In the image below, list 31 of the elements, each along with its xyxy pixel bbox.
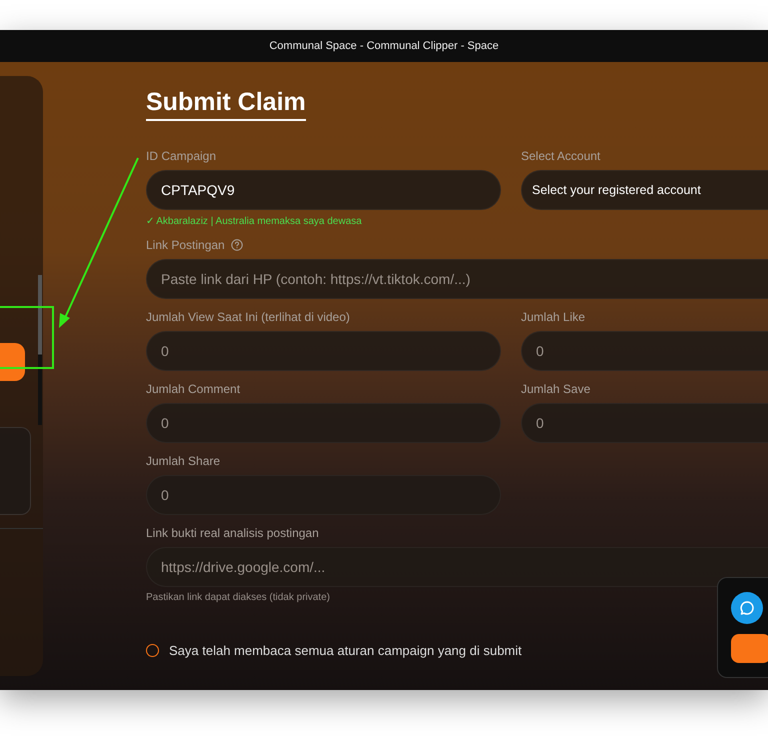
field-label: Jumlah Share <box>146 454 220 468</box>
input-field[interactable]: 0 <box>146 331 501 371</box>
input-field[interactable]: 0 <box>521 331 768 371</box>
input-field[interactable]: 0 <box>146 403 501 443</box>
field-label: Link Postingan <box>146 238 225 252</box>
field-label: Jumlah Save <box>521 382 590 396</box>
field-label: Jumlah View Saat Ini (terlihat di video) <box>146 310 350 324</box>
field-label: Select Account <box>521 149 600 163</box>
field-label: ID Campaign <box>146 149 216 163</box>
window-title: Communal Space - Communal Clipper - Space <box>0 30 768 62</box>
validation-message: ✓ Akbaralaziz | Australia memaksa saya dewasa <box>146 215 363 227</box>
input-field[interactable]: 0 <box>146 475 501 515</box>
chat-button[interactable] <box>731 592 763 624</box>
scrollbar[interactable] <box>38 275 42 425</box>
help-icon[interactable] <box>230 239 243 251</box>
field-label: Jumlah Comment <box>146 382 240 396</box>
input-field[interactable]: CPTAPQV9 <box>146 170 501 210</box>
checkbox-label: Saya telah membaca semua aturan campaign yang di submit <box>169 643 522 658</box>
field-label: Link bukti real analisis postingan <box>146 526 319 540</box>
input-field[interactable]: Paste link dari HP (contoh: https://vt.tiktok.com/...) <box>146 259 768 299</box>
checkbox[interactable] <box>146 644 159 657</box>
account-select[interactable]: Select your registered account <box>521 170 768 210</box>
input-field[interactable]: 0 <box>521 403 768 443</box>
highlight-frame <box>0 306 54 369</box>
page-title: Submit Claim <box>146 88 306 121</box>
field-hint: Pastikan link dapat diakses (tidak private) <box>146 592 331 603</box>
action-button[interactable] <box>731 634 768 663</box>
field-label: Jumlah Like <box>521 310 586 324</box>
action-button[interactable] <box>0 343 25 381</box>
input-field[interactable]: https://drive.google.com/... <box>146 547 768 587</box>
chat-icon <box>739 600 755 616</box>
